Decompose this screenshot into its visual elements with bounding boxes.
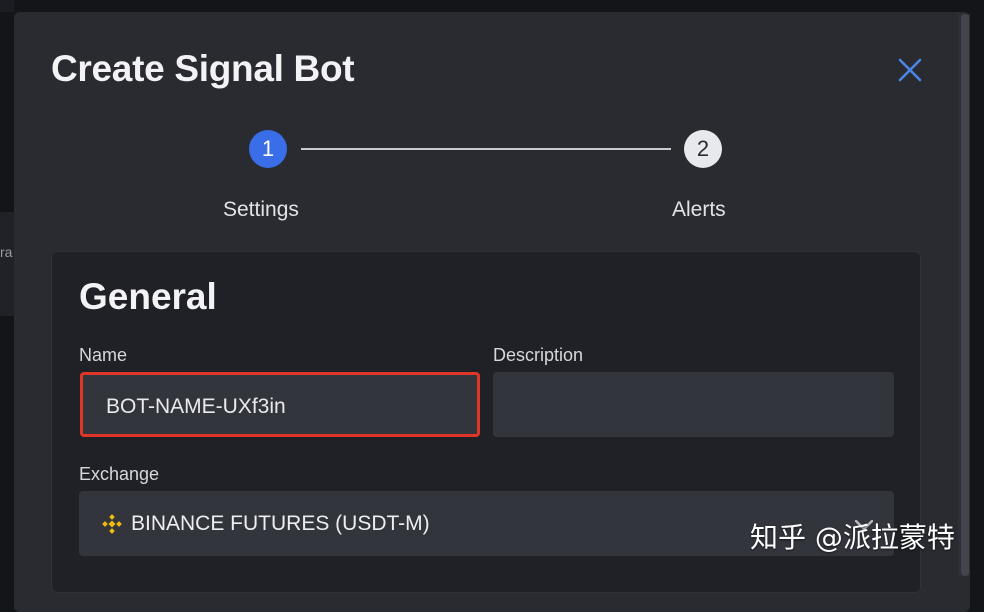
step-2-label: Alerts [672, 198, 726, 221]
name-label: Name [79, 345, 128, 365]
backdrop-strip-row [0, 212, 14, 316]
description-label: Description [493, 345, 584, 365]
description-input[interactable] [493, 372, 894, 437]
backdrop-strip-top [0, 0, 14, 12]
backdrop-partial-text: ra [0, 244, 13, 260]
step-2-indicator[interactable]: 2 [684, 130, 722, 168]
exchange-select-value: BINANCE FUTURES (USDT-M) [131, 511, 430, 535]
stepper-connector [301, 148, 671, 150]
step-1-label: Settings [223, 198, 299, 221]
watermark-text: 知乎 @派拉蒙特 [750, 521, 955, 554]
binance-icon [102, 513, 122, 534]
close-button[interactable] [894, 54, 926, 86]
exchange-label: Exchange [79, 464, 160, 484]
modal-scrollbar-thumb[interactable] [961, 14, 969, 576]
name-input[interactable]: BOT-NAME-UXf3in [80, 372, 480, 437]
modal-title: Create Signal Bot [51, 48, 355, 89]
close-icon [898, 58, 922, 82]
section-title-general: General [79, 276, 217, 317]
step-1-indicator[interactable]: 1 [249, 130, 287, 168]
